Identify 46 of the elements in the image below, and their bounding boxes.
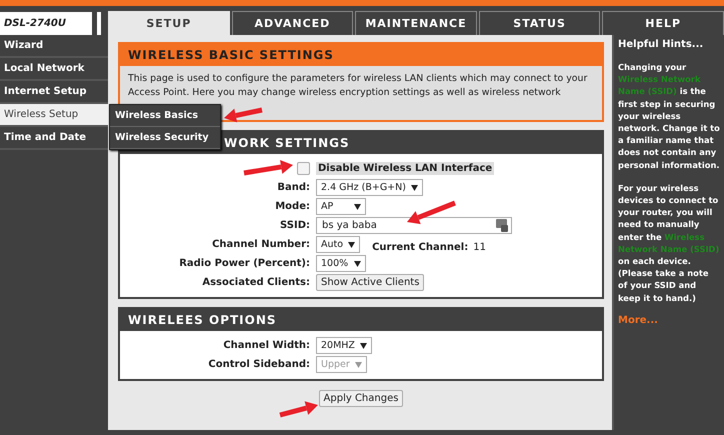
checkbox-label: Disable Wireless LAN Interface <box>316 162 494 175</box>
hint-text: For your wireless devices to connect to your router, you will need to manually enter the Wireless Network Name (SSID) on each device. (Please take a note of your SSID and keep it to hand.) <box>618 182 720 304</box>
description-text: This page is used to configure the parameters for wireless LAN clients which may connect to your Access Point. Here you may change wireless encryption settings as well as wireless network <box>128 72 588 100</box>
ssid-input-field[interactable]: bs ya baba <box>316 217 512 234</box>
pointer-arrow <box>244 160 293 176</box>
section-title: WIRELEES OPTIONS <box>120 309 602 331</box>
dropdown-select[interactable]: AP <box>316 198 366 215</box>
caret-icon <box>354 260 361 266</box>
dropdown-select[interactable]: 2.4 GHz (B+G+N) <box>316 179 423 196</box>
pointer-arrow <box>407 200 456 224</box>
field-label: Associated Clients: <box>202 277 310 288</box>
dropdown-select[interactable]: 20MHZ <box>316 337 372 354</box>
hint-text: Changing your Wireless Network Name (SSID) is the first step in securing your wireless network. Change it to a familiar name that does not contain any personal information. <box>618 61 720 171</box>
pointer-arrow <box>279 401 318 418</box>
current-channel-value: 11 <box>473 242 486 253</box>
nav-tab[interactable]: STATUS <box>478 11 600 35</box>
section-title: WIRELESS BASIC SETTINGS <box>120 44 602 66</box>
field-label: Channel Number: <box>212 239 310 250</box>
caret-icon <box>410 184 418 190</box>
sidebar-item[interactable]: Wireless Setup <box>0 104 108 127</box>
field-label: Control Sideband: <box>208 359 310 370</box>
hints-title: Helpful Hints... <box>618 39 704 50</box>
field-label: Band: <box>277 182 310 193</box>
nav-tab[interactable]: HELP <box>602 11 724 35</box>
nav-tab[interactable]: MAINTENANCE <box>355 11 477 35</box>
pointer-arrow <box>224 108 263 122</box>
field-label: Mode: <box>275 201 310 212</box>
nav-tab[interactable]: ADVANCED <box>232 11 354 35</box>
field-label: Radio Power (Percent): <box>179 258 310 269</box>
current-channel-label: Current Channel: <box>372 242 468 253</box>
show-clients-button[interactable]: Show Active Clients <box>316 274 424 291</box>
caret-icon <box>348 242 356 248</box>
caret-icon <box>354 362 362 368</box>
more-link[interactable]: More... <box>618 314 720 326</box>
submenu-item[interactable]: Wireless Security <box>110 127 220 149</box>
nav-tab[interactable]: SETUP <box>108 11 230 35</box>
apply-button[interactable]: Apply Changes <box>318 390 404 407</box>
dropdown-select[interactable]: Auto <box>316 236 360 253</box>
field-label: Channel Width: <box>223 340 310 351</box>
field-label: SSID: <box>280 220 310 231</box>
caret-icon <box>360 342 367 348</box>
caret-icon <box>354 204 361 210</box>
checkbox[interactable] <box>297 162 310 175</box>
keypad-icon <box>496 219 508 232</box>
dropdown-select[interactable]: 100% <box>316 255 366 272</box>
submenu-item[interactable]: Wireless Basics <box>110 105 220 127</box>
